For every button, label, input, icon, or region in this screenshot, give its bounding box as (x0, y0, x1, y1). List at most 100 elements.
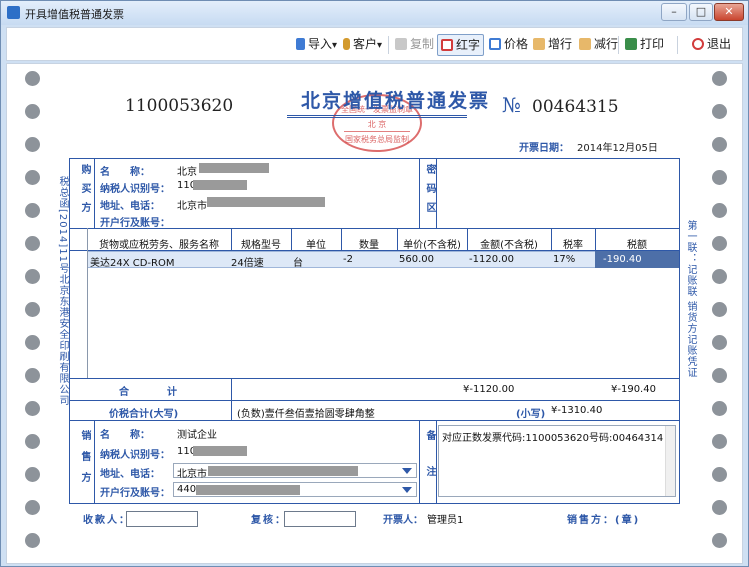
perforation-hole (25, 467, 40, 482)
seller-bank-value: 440 (177, 484, 197, 495)
minimize-button[interactable]: – (661, 3, 687, 21)
cell-spec[interactable]: 24倍速 (231, 254, 264, 269)
copy-icon (395, 38, 407, 50)
seller-seal-label: 销售方：(章) (567, 515, 641, 526)
printer-icon (625, 38, 637, 50)
seller-tax-id-label: 纳税人识别号： (100, 450, 170, 461)
table-row[interactable] (87, 251, 679, 268)
perforation-hole (712, 434, 727, 449)
buyer-address-value[interactable]: 北京市 (177, 197, 207, 212)
reviewer-input[interactable] (284, 511, 356, 527)
red-invoice-button[interactable]: 红字 (437, 34, 485, 56)
column-header: 规格型号 (241, 240, 281, 251)
remove-line-button[interactable]: 减行 (576, 34, 621, 56)
red-invoice-label: 红字 (456, 38, 481, 52)
customer-button[interactable]: 客户▾ (340, 34, 385, 56)
perforation-hole (712, 500, 727, 515)
seller-address-select[interactable]: 北京市 (173, 463, 417, 480)
buyer-name-value[interactable]: 北京 (177, 163, 197, 178)
remarks-label: 备注 (424, 430, 435, 502)
exit-button[interactable]: 退出 (689, 34, 734, 56)
perforation-hole (712, 170, 727, 185)
perforation-hole (25, 434, 40, 449)
buyer-side-label: 购买方 (79, 164, 90, 221)
divider (94, 420, 95, 504)
issue-date: 2014年12月05日 (577, 143, 658, 154)
total-label: 合 计 (119, 387, 179, 398)
column-header: 金额(不含税) (480, 240, 538, 251)
cell-goods-name[interactable]: 美达24X CD-ROM (90, 254, 175, 269)
remove-line-icon (579, 38, 591, 50)
remove-line-label: 减行 (594, 37, 619, 51)
payee-input[interactable] (126, 511, 198, 527)
password-area-label: 密码区 (424, 164, 435, 221)
perforation-hole (25, 104, 40, 119)
invoice-number: 00464315 (532, 97, 619, 117)
grand-total-words: (负数)壹仟叁佰壹拾圆零肆角整 (237, 409, 375, 420)
seller-name-label: 名 称： (100, 430, 150, 441)
perforation-hole (25, 368, 40, 383)
seller-side-label: 销售方 (79, 430, 90, 493)
divider (419, 420, 420, 504)
remarks-scrollbar[interactable] (665, 426, 675, 496)
perforation-hole (25, 236, 40, 251)
perforation-hole (712, 368, 727, 383)
red-invoice-icon (441, 39, 453, 51)
issuer-label: 开票人： (383, 515, 423, 526)
price-button[interactable]: 价格 (486, 34, 531, 56)
seller-name-value[interactable]: 测试企业 (177, 426, 217, 441)
perforation-hole (25, 533, 40, 548)
price-icon (489, 38, 501, 50)
invoice-paper: 全国统一发票监制章 北 京 国家税务总局监制 北京增值税普通发票 1100053… (6, 63, 743, 564)
seal-text-bottom: 国家税务总局监制 (345, 135, 409, 144)
divider (69, 378, 680, 379)
print-label: 打印 (640, 37, 665, 51)
add-line-label: 增行 (548, 37, 573, 51)
print-button[interactable]: 打印 (622, 34, 667, 56)
maximize-button[interactable]: □ (689, 3, 713, 21)
cell-quantity[interactable]: -2 (343, 254, 353, 265)
remarks-text: 对应正数发票代码:1100053620号码:00464314 (442, 433, 664, 444)
divider (231, 378, 232, 420)
seal-text-middle: 北 京 (367, 120, 387, 129)
column-header: 单价(不含税) (403, 240, 461, 251)
redaction-mask (207, 197, 325, 207)
printer-margin-text: 税总函[2014]11号北京东港安全印刷有限公司 (57, 176, 68, 406)
cell-tax-rate[interactable]: 17% (553, 254, 575, 265)
perforation-hole (712, 467, 727, 482)
number-mark: № (502, 93, 521, 117)
cell-amount[interactable]: -1120.00 (469, 254, 514, 265)
redaction-mask (199, 163, 269, 173)
power-icon (692, 38, 704, 50)
seller-bank-select[interactable]: 440 (173, 482, 417, 497)
seal-line (344, 131, 410, 132)
import-icon (296, 38, 305, 50)
divider (69, 400, 680, 401)
copy-button[interactable]: 复制 (392, 34, 437, 56)
import-button[interactable]: 导入▾ (293, 34, 340, 56)
perforation-hole (712, 203, 727, 218)
divider (419, 158, 420, 228)
perforation-hole (712, 533, 727, 548)
import-dropdown-icon: ▾ (332, 40, 338, 51)
customer-dropdown-icon: ▾ (377, 40, 383, 51)
buyer-bank-label: 开户行及账号： (100, 218, 170, 229)
column-header: 税额 (627, 240, 647, 251)
add-line-button[interactable]: 增行 (530, 34, 575, 56)
toolbar-separator (677, 36, 678, 54)
redaction-mask (193, 446, 247, 456)
grand-total-label: 价税合计(大写) (109, 409, 179, 420)
price-label: 价格 (504, 37, 529, 51)
toolbar: 导入▾ 客户▾ 复制 红字 价格 增行 减行 打印 退出 (6, 27, 743, 61)
column-header: 单位 (306, 240, 326, 251)
perforation-hole (712, 269, 727, 284)
chevron-down-icon (402, 487, 412, 493)
seller-address-label: 地址、电话： (100, 469, 160, 480)
invoice-title: 北京增值税普通发票 (301, 90, 491, 112)
remarks-textarea[interactable]: 对应正数发票代码:1100053620号码:00464314 (438, 425, 676, 497)
cell-unit-price[interactable]: 560.00 (399, 254, 434, 265)
close-button[interactable]: ✕ (714, 3, 744, 21)
cell-tax-amount[interactable]: -190.40 (603, 254, 642, 265)
cell-unit[interactable]: 台 (293, 254, 303, 269)
column-header: 税率 (563, 240, 583, 251)
